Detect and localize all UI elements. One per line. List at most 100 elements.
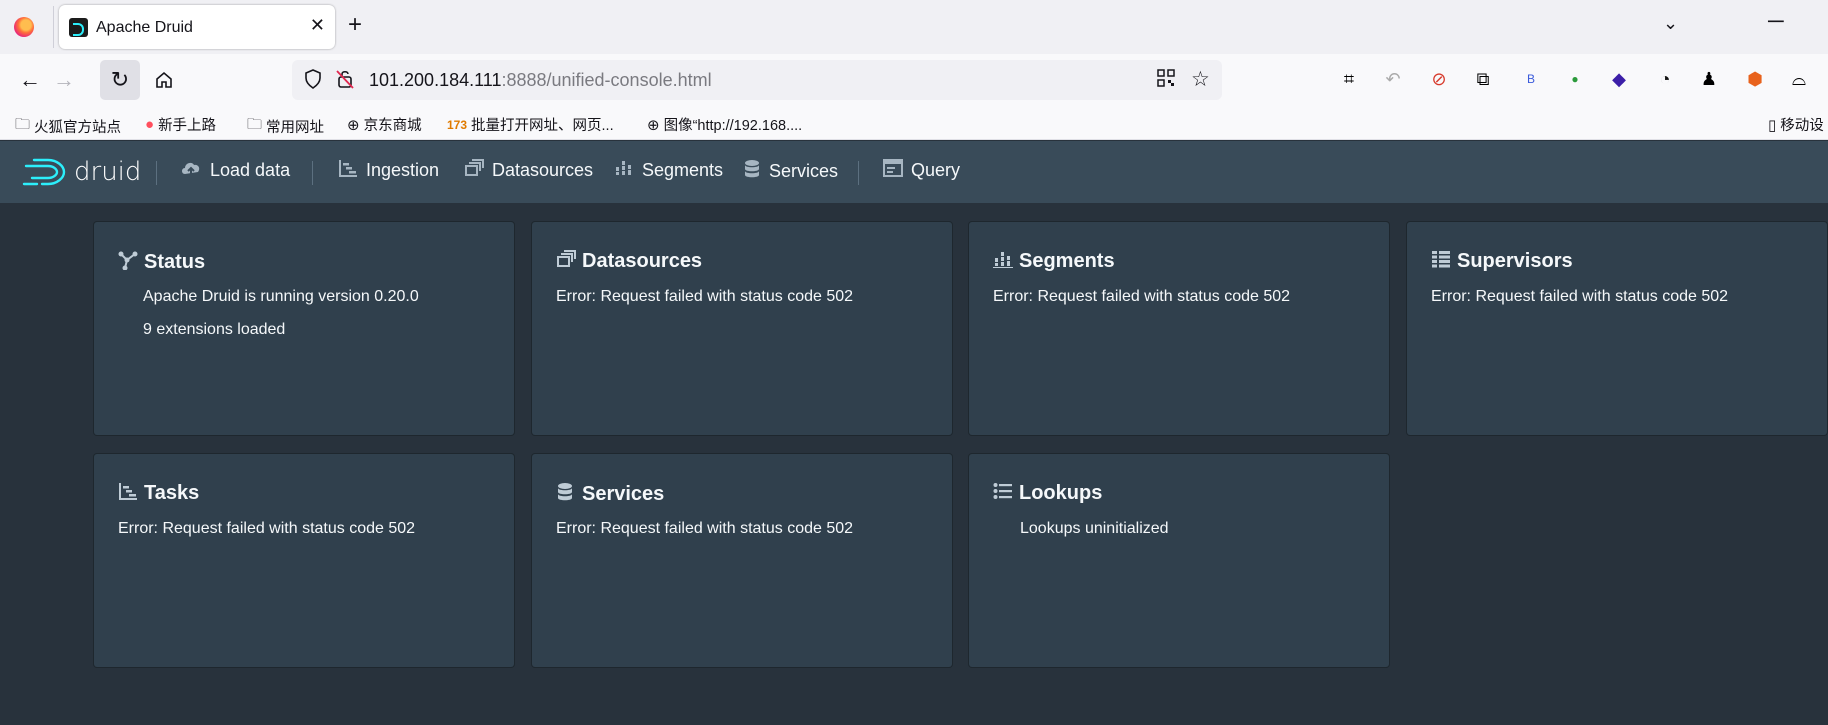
graph-icon — [118, 250, 140, 275]
firefox-icon: ● — [145, 116, 155, 133]
reload-icon[interactable]: ↻ — [100, 60, 140, 100]
gantt-chart-icon — [118, 482, 140, 505]
divider — [53, 6, 54, 48]
bookmark-item[interactable]: ● 新手上路 — [145, 114, 216, 135]
nav-load-data-label: Load data — [210, 160, 291, 180]
card-title: Lookups — [993, 482, 1102, 505]
nav-query[interactable]: Query — [883, 159, 960, 182]
browser-tab[interactable]: Apache Druid ✕ — [59, 5, 335, 49]
druid-logo[interactable]: druid — [22, 157, 141, 187]
bookmark-item[interactable]: 🗀 火狐官方站点 — [15, 114, 121, 139]
bookmark-star-icon[interactable]: ☆ — [1191, 67, 1210, 92]
bookmark-label: 移动设 — [1780, 118, 1824, 134]
card-title: Services — [556, 482, 664, 507]
datasources-card-title: Datasources — [582, 250, 703, 272]
card-title: Datasources — [556, 250, 702, 273]
bookmark-item[interactable]: ⊕ 京东商城 — [347, 114, 422, 135]
druid-favicon-icon — [69, 18, 88, 37]
supervisors-card-title: Supervisors — [1457, 250, 1573, 272]
folder-icon: 🗀 — [247, 116, 263, 133]
firefox-icon[interactable] — [14, 17, 34, 37]
qr-code-icon[interactable] — [1157, 69, 1175, 92]
screenshot-crop-icon[interactable]: ⌗ — [1336, 66, 1362, 92]
status-extensions-text: 9 extensions loaded — [143, 321, 286, 338]
nav-ingestion-label: Ingestion — [366, 160, 440, 180]
spy-icon[interactable]: ♟ — [1696, 66, 1722, 92]
database-icon — [743, 159, 761, 184]
bookmark-label: 常用网址 — [266, 120, 325, 136]
tab-title: Apache Druid — [96, 19, 193, 36]
nav-services-label: Services — [769, 161, 839, 181]
nav-datasources[interactable]: Datasources — [464, 159, 593, 182]
insecure-lock-icon[interactable] — [336, 69, 354, 94]
status-version-text: Apache Druid is running version 0.20.0 — [143, 288, 419, 305]
batch-open-icon: 173 — [447, 117, 468, 132]
card-title: Tasks — [118, 482, 199, 505]
hat-icon[interactable]: ⌓ — [1786, 66, 1812, 92]
gantt-chart-icon — [338, 159, 358, 182]
js-toggle-icon[interactable]: ● — [1562, 66, 1588, 92]
card-title: Supervisors — [1431, 250, 1573, 273]
refresh-badge-icon[interactable]: ◔ — [1652, 66, 1678, 92]
segments-card[interactable]: Segments Error: Request failed with stat… — [969, 222, 1389, 435]
card-title: Status — [118, 250, 205, 275]
home-icon[interactable] — [144, 60, 184, 100]
status-card[interactable]: Status Apache Druid is running version 0… — [94, 222, 514, 435]
bookmark-item[interactable]: 🗀 常用网址 — [247, 114, 324, 139]
new-tab-icon[interactable]: + — [348, 11, 362, 39]
extensions-puzzle-icon[interactable]: ⧉ — [1470, 66, 1496, 92]
undo-icon[interactable]: ↶ — [1380, 66, 1406, 92]
layers-icon[interactable]: ◆ — [1606, 66, 1632, 92]
bookmark-item[interactable]: ▯ 移动设 — [1768, 114, 1824, 135]
database-icon — [556, 482, 578, 507]
shield-orange-icon[interactable]: ⬢ — [1742, 66, 1768, 92]
segments-error-text: Error: Request failed with status code 5… — [993, 288, 1291, 305]
close-tab-icon[interactable]: ✕ — [310, 15, 325, 36]
bookmark-item[interactable]: 173 批量打开网址、网页... — [447, 114, 614, 135]
bookmarks-bar: 🗀 火狐官方站点 ● 新手上路 🗀 常用网址 ⊕ 京东商城 173 批量打开网址、网页..… — [0, 106, 1828, 140]
services-error-text: Error: Request failed with status code 5… — [556, 520, 854, 537]
shield-icon[interactable] — [304, 69, 322, 94]
bookmark-item[interactable]: ⊕ 图像“http://192.168.... — [647, 114, 802, 135]
globe-icon: ⊕ — [347, 116, 360, 134]
supervisors-error-text: Error: Request failed with status code 5… — [1431, 288, 1729, 305]
services-card-title: Services — [582, 483, 665, 505]
bookmark-label: 京东商城 — [363, 118, 422, 134]
lookups-card[interactable]: Lookups Lookups uninitialized — [969, 454, 1389, 667]
folder-icon: 🗀 — [15, 116, 31, 133]
nav-ingestion[interactable]: Ingestion — [338, 159, 439, 182]
lookups-card-title: Lookups — [1019, 482, 1103, 504]
chevron-down-icon[interactable]: ⌄ — [1663, 13, 1678, 34]
address-bar[interactable]: 101.200.184.111:8888/unified-console.htm… — [292, 60, 1222, 100]
stacked-chart-icon — [993, 250, 1015, 273]
application-icon — [883, 159, 903, 182]
nav-query-label: Query — [911, 160, 961, 180]
nav-segments[interactable]: Segments — [614, 159, 723, 182]
bookmark-label: 图像“http://192.168.... — [663, 118, 803, 134]
bookmark-label: 批量打开网址、网页... — [471, 118, 614, 134]
lookups-status-text: Lookups uninitialized — [1020, 520, 1169, 537]
tasks-card[interactable]: Tasks Error: Request failed with status … — [94, 454, 514, 667]
minimize-window-icon[interactable]: ─ — [1768, 8, 1784, 34]
druid-logo-text: druid — [74, 157, 142, 187]
nav-services[interactable]: Services — [743, 159, 838, 184]
services-card[interactable]: Services Error: Request failed with stat… — [532, 454, 952, 667]
druid-header-bar: druid Load data Ingestion Datasources Se… — [0, 141, 1828, 203]
forward-icon[interactable]: → — [44, 60, 84, 100]
bitwarden-icon[interactable]: B — [1518, 66, 1544, 92]
nav-divider — [858, 161, 859, 185]
nav-load-data[interactable]: Load data — [180, 159, 290, 182]
url-text: 101.200.184.111:8888/unified-console.htm… — [369, 70, 712, 90]
druid-logo-icon — [22, 158, 66, 186]
stacked-chart-icon — [614, 159, 634, 182]
datasources-card[interactable]: Datasources Error: Request failed with s… — [532, 222, 952, 435]
properties-icon — [993, 482, 1015, 505]
supervisors-card[interactable]: Supervisors Error: Request failed with s… — [1407, 222, 1827, 435]
cloud-upload-icon — [180, 159, 202, 182]
nav-divider — [312, 161, 313, 185]
datasources-error-text: Error: Request failed with status code 5… — [556, 288, 854, 305]
nav-divider — [156, 161, 157, 185]
block-icon[interactable]: ⊘ — [1426, 66, 1452, 92]
browser-tab-bar: Apache Druid ✕ + ⌄ ─ — [0, 0, 1828, 54]
nav-segments-label: Segments — [642, 160, 724, 180]
